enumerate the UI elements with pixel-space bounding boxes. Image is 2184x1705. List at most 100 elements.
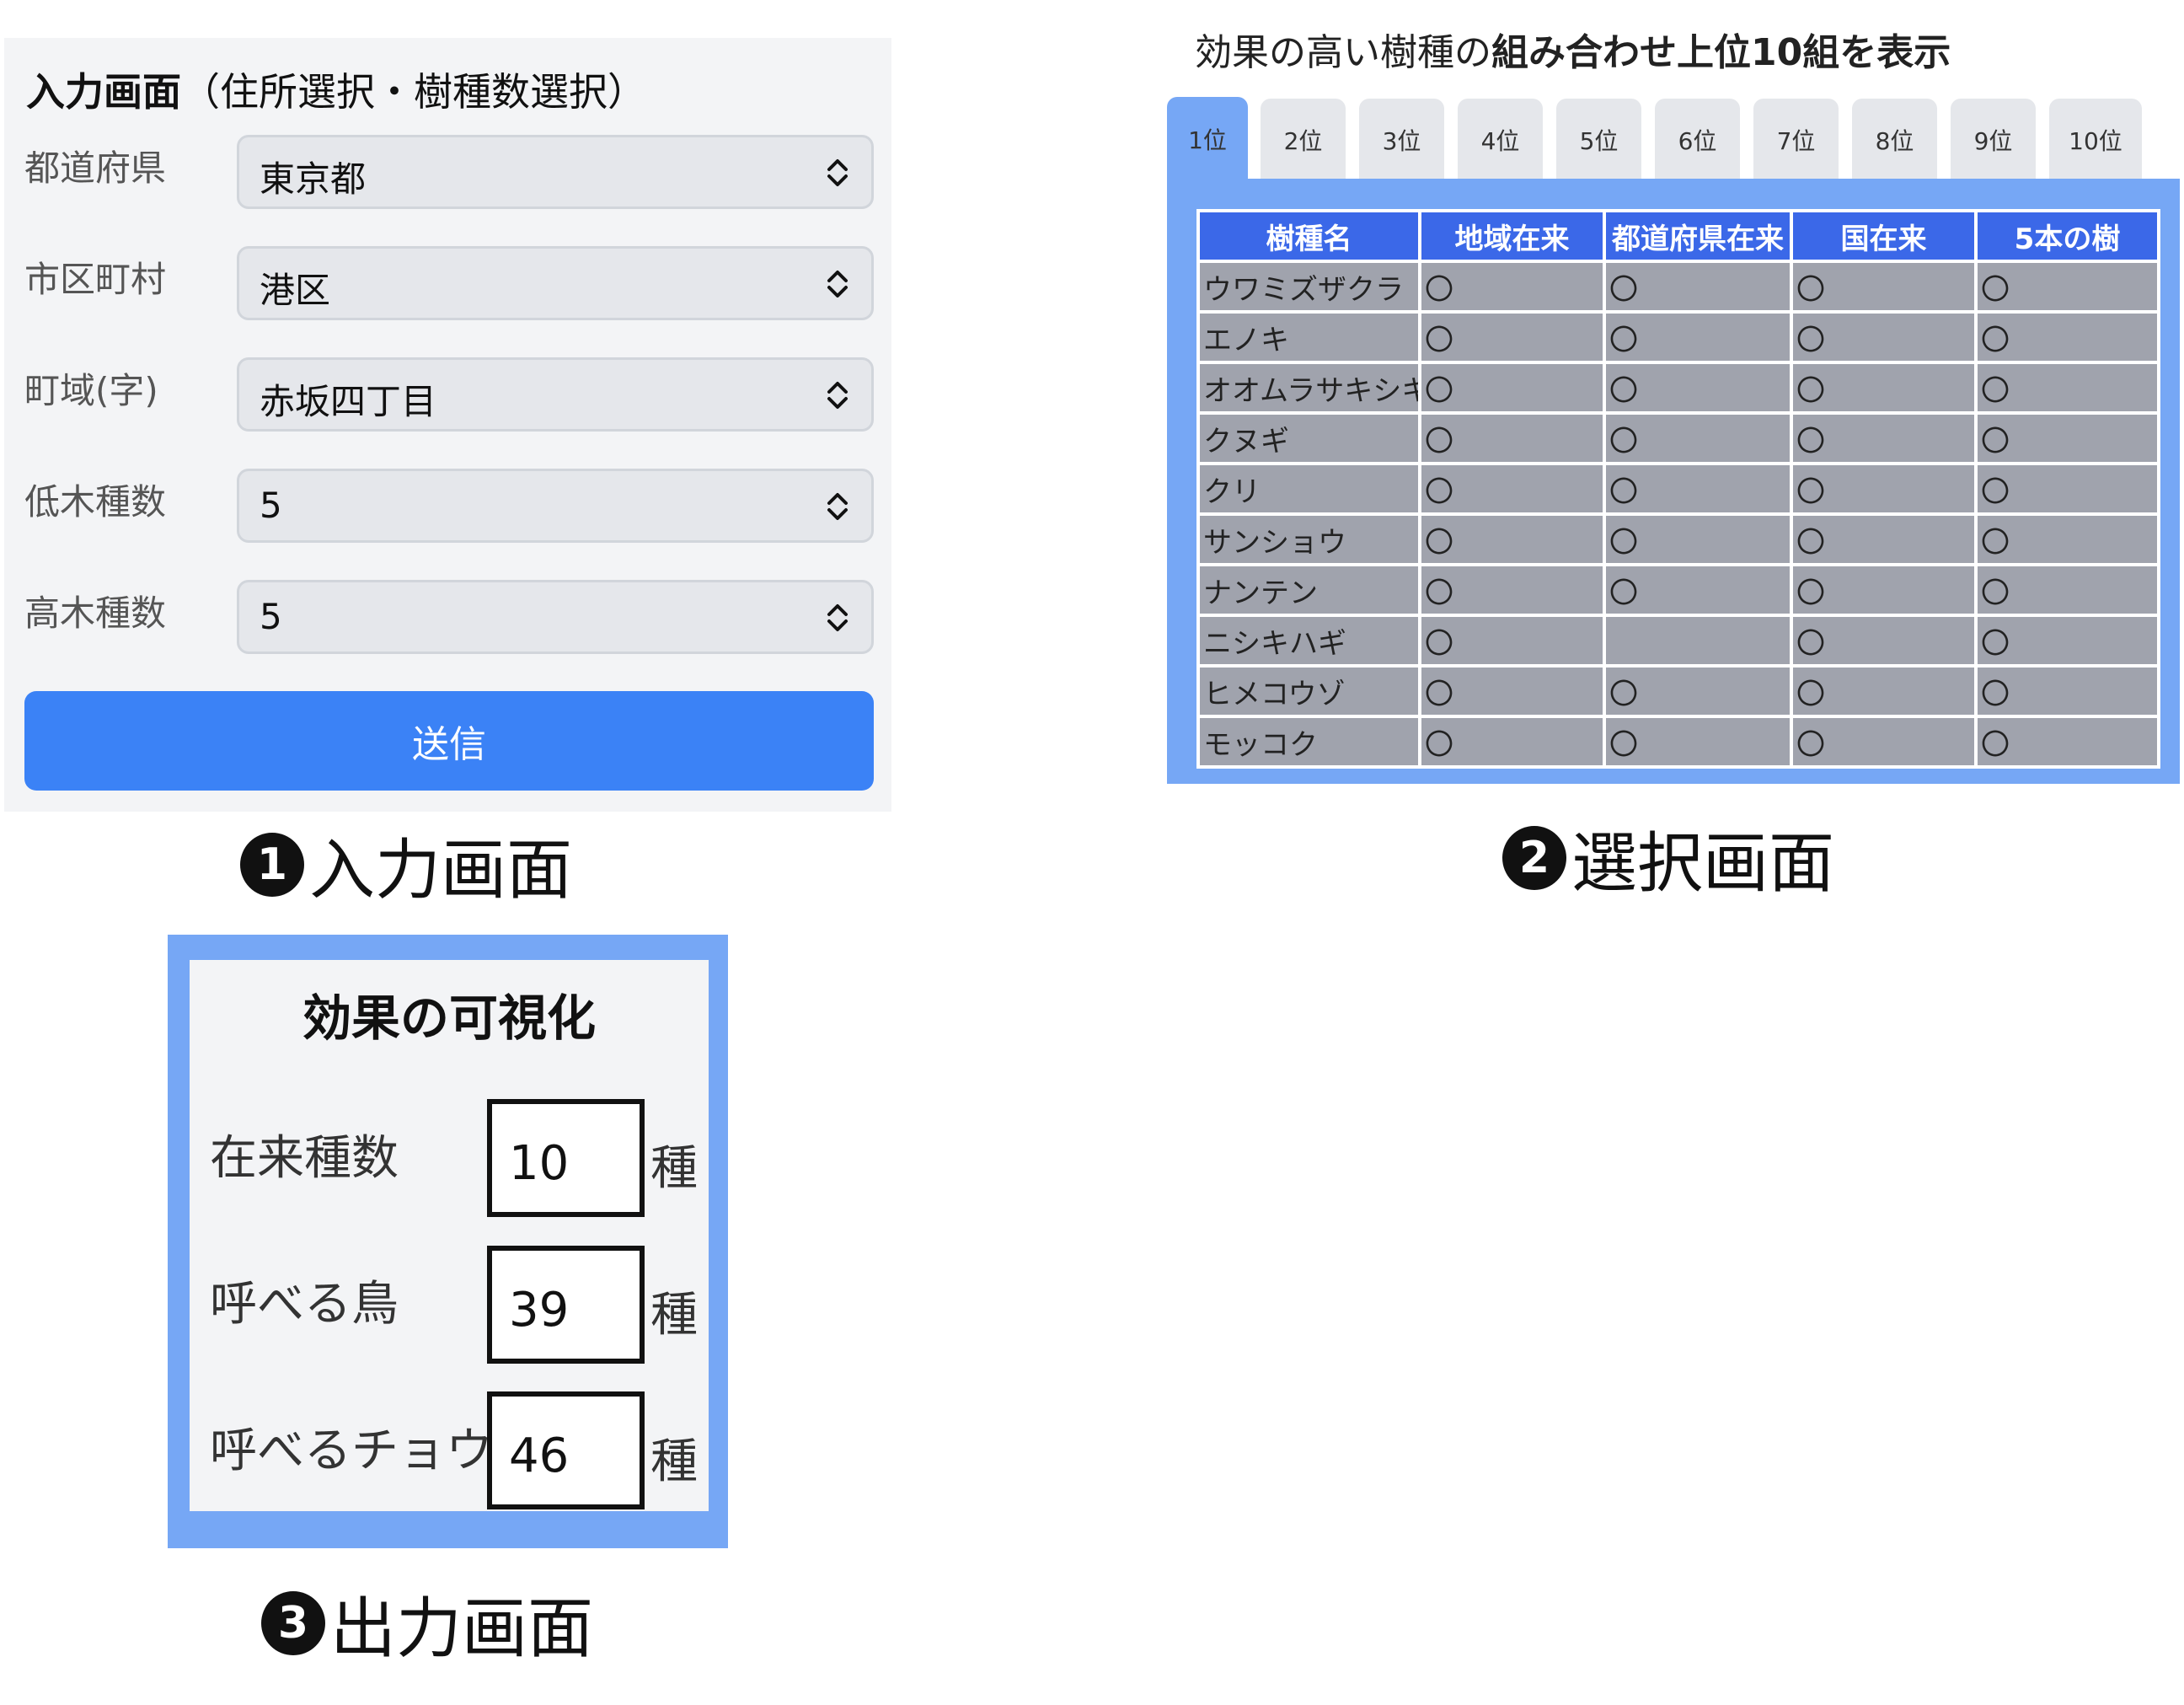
mark-cell: 〇 [1974, 260, 2160, 314]
table-row: モッコク 〇 〇 〇 〇 [1196, 715, 2160, 769]
tab-rank-2[interactable]: 2位 [1261, 99, 1346, 181]
mark-cell: 〇 [1418, 563, 1606, 617]
mark-cell: 〇 [1418, 462, 1606, 516]
rank-tab-bar: 1位 2位 3位 4位 5位 6位 7位 8位 9位 10位 [1167, 97, 2180, 181]
species-name: サンショウ [1196, 512, 1421, 566]
chevron-up-down-icon [827, 604, 848, 631]
tab-rank-10[interactable]: 10位 [2049, 99, 2142, 181]
number-badge-icon: 3 [261, 1591, 325, 1655]
table-row: ニシキハギ 〇 〇 〇 [1196, 614, 2160, 668]
tab-rank-4[interactable]: 4位 [1458, 99, 1543, 181]
output-screen-panel: 効果の可視化 在来種数 10 種 呼べる鳥 39 種 呼べるチョウ 46 種 [190, 960, 709, 1511]
tall-tree-count-select[interactable]: 5 [237, 580, 874, 654]
mark-cell: 〇 [1790, 715, 1978, 769]
species-name: クヌギ [1196, 411, 1421, 465]
mark-cell: 〇 [1974, 614, 2160, 668]
table-row: ヒメコウゾ 〇 〇 〇 〇 [1196, 664, 2160, 718]
tab-rank-7[interactable]: 7位 [1753, 99, 1839, 181]
column-header-prefecture-native: 都道府県在来 [1603, 209, 1793, 263]
mark-cell: 〇 [1790, 310, 1978, 364]
table-row: ナンテン 〇 〇 〇 〇 [1196, 563, 2160, 617]
shrub-count-row: 低木種数 5 [4, 469, 891, 543]
town-row: 町域(字) 赤坂四丁目 [4, 357, 891, 432]
tab-rank-8[interactable]: 8位 [1852, 99, 1937, 181]
tall-tree-count-select-value: 5 [260, 596, 282, 637]
species-name: クリ [1196, 462, 1421, 516]
tree-table-frame: 樹種名 地域在来 都道府県在来 国在来 5本の樹 ウワミズザクラ 〇 〇 〇 〇… [1167, 179, 2180, 784]
native-species-value: 10 [509, 1136, 570, 1191]
table-row: ウワミズザクラ 〇 〇 〇 〇 [1196, 260, 2160, 314]
mark-cell: 〇 [1603, 563, 1793, 617]
city-select[interactable]: 港区 [237, 246, 874, 320]
mark-cell: 〇 [1418, 715, 1606, 769]
mark-cell: 〇 [1790, 260, 1978, 314]
species-name: モッコク [1196, 715, 1421, 769]
prefecture-select[interactable]: 東京都 [237, 135, 874, 209]
town-label: 町域(字) [24, 370, 158, 411]
column-header-national-native: 国在来 [1790, 209, 1978, 263]
butterflies-value: 46 [509, 1429, 570, 1483]
tab-rank-6[interactable]: 6位 [1655, 99, 1740, 181]
mark-cell: 〇 [1603, 664, 1793, 718]
mark-cell: 〇 [1790, 512, 1978, 566]
mark-cell: 〇 [1418, 614, 1606, 668]
tall-tree-count-label: 高木種数 [24, 592, 167, 634]
mark-cell: 〇 [1603, 310, 1793, 364]
table-row: サンショウ 〇 〇 〇 〇 [1196, 512, 2160, 566]
tab-rank-5[interactable]: 5位 [1556, 99, 1641, 181]
selection-screen-caption: 2 選択画面 [1502, 811, 1834, 905]
prefecture-row: 都道府県 東京都 [4, 135, 891, 209]
mark-cell: 〇 [1974, 361, 2160, 415]
input-screen-panel: 入力画面（住所選択・樹種数選択） 都道府県 東京都 市区町村 港区 町域(字) … [4, 38, 891, 812]
city-label: 市区町村 [24, 259, 167, 300]
mark-cell: 〇 [1974, 310, 2160, 364]
input-screen-heading: 入力画面（住所選択・樹種数選択） [26, 69, 646, 115]
table-row: オオムラサキシキブ 〇 〇 〇 〇 [1196, 361, 2160, 415]
birds-box: 39 [487, 1246, 645, 1364]
column-header-five-trees: 5本の樹 [1974, 209, 2160, 263]
column-header-local-native: 地域在来 [1418, 209, 1606, 263]
mark-cell: 〇 [1603, 411, 1793, 465]
shrub-count-select[interactable]: 5 [237, 469, 874, 543]
mark-cell: 〇 [1974, 411, 2160, 465]
mark-cell: 〇 [1974, 563, 2160, 617]
mark-cell: 〇 [1603, 715, 1793, 769]
species-name: ヒメコウゾ [1196, 664, 1421, 718]
chevron-up-down-icon [827, 493, 848, 520]
output-screen-caption: 3 出力画面 [261, 1576, 593, 1670]
prefecture-label: 都道府県 [24, 147, 167, 189]
town-select[interactable]: 赤坂四丁目 [237, 357, 874, 432]
tab-rank-9[interactable]: 9位 [1951, 99, 2036, 181]
native-species-label: 在来種数 [210, 1131, 399, 1186]
mark-cell: 〇 [1418, 411, 1606, 465]
chevron-up-down-icon [827, 271, 848, 298]
mark-cell: 〇 [1418, 512, 1606, 566]
output-screen-caption-text: 出力画面 [330, 1591, 594, 1667]
selection-screen-title: 効果の高い樹種の組み合わせ上位10組を表示 [1195, 31, 1951, 74]
mark-cell: 〇 [1790, 614, 1978, 668]
town-select-value: 赤坂四丁目 [260, 381, 437, 422]
mark-cell: 〇 [1418, 260, 1606, 314]
submit-button[interactable]: 送信 [24, 691, 874, 791]
species-name: ウワミズザクラ [1196, 260, 1421, 314]
mark-cell: 〇 [1418, 310, 1606, 364]
native-species-box: 10 [487, 1099, 645, 1217]
tab-rank-3[interactable]: 3位 [1359, 99, 1444, 181]
mark-cell: 〇 [1790, 462, 1978, 516]
table-header-row: 樹種名 地域在来 都道府県在来 国在来 5本の樹 [1196, 209, 2160, 263]
mark-cell: 〇 [1603, 260, 1793, 314]
mark-cell: 〇 [1603, 462, 1793, 516]
mark-cell: 〇 [1974, 664, 2160, 718]
column-header-species: 樹種名 [1196, 209, 1421, 263]
species-name: オオムラサキシキブ [1196, 361, 1421, 415]
selection-screen-caption-text: 選択画面 [1571, 826, 1835, 902]
butterflies-unit: 種 [650, 1434, 698, 1489]
birds-unit: 種 [650, 1288, 698, 1343]
species-name: エノキ [1196, 310, 1421, 364]
species-name: ニシキハギ [1196, 614, 1421, 668]
mark-cell: 〇 [1790, 361, 1978, 415]
shrub-count-select-value: 5 [260, 485, 282, 526]
chevron-up-down-icon [827, 382, 848, 409]
tab-rank-1[interactable]: 1位 [1167, 97, 1248, 181]
shrub-count-label: 低木種数 [24, 481, 167, 523]
